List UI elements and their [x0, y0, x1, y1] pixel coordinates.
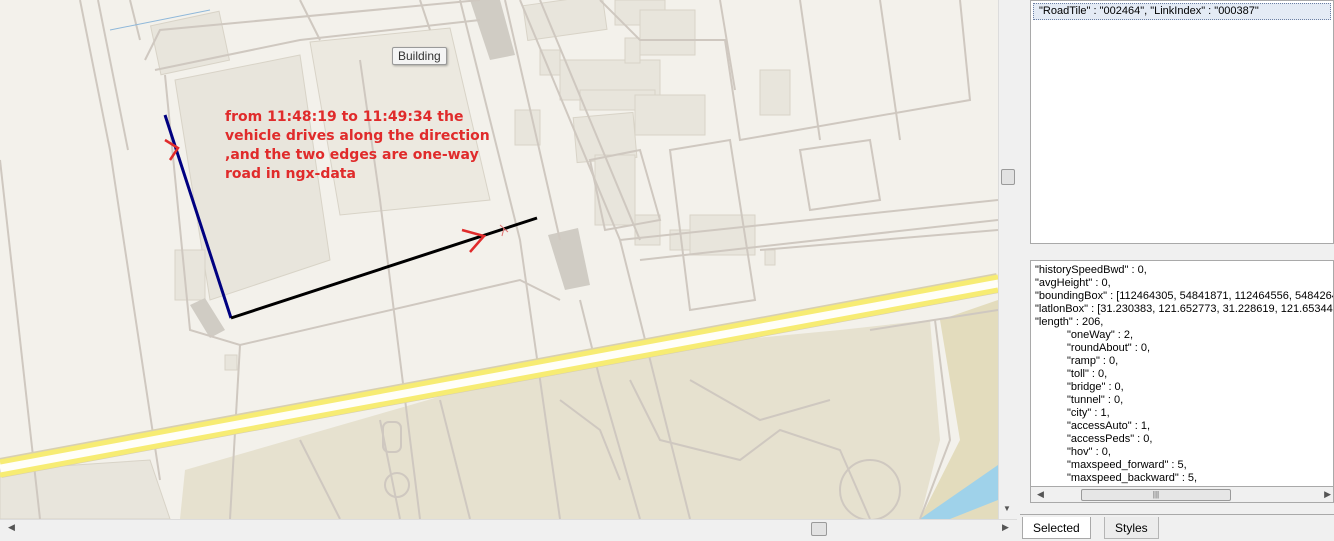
scroll-right-icon[interactable]: ▶ — [1324, 489, 1331, 500]
property-line: "avgHeight" : 0, — [1035, 277, 1111, 289]
properties-panel[interactable]: "historySpeedBwd" : 0, "avgHeight" : 0, … — [1030, 260, 1334, 503]
property-line: "hov" : 0, — [1067, 446, 1111, 458]
property-line: "accessPeds" : 0, — [1067, 433, 1153, 445]
property-line: "latlonBox" : [31.230383, 121.652773, 31… — [1035, 303, 1333, 315]
property-line: "maxspeed_backward" : 5, — [1067, 472, 1198, 484]
property-line: "roundAbout" : 0, — [1067, 342, 1151, 354]
tab-styles[interactable]: Styles — [1104, 517, 1159, 539]
property-line: "city" : 1, — [1067, 407, 1110, 419]
properties-horizontal-scrollbar[interactable]: ◀ ||| ▶ — [1030, 486, 1334, 503]
selected-link-row[interactable]: "RoadTile" : "002464", "LinkIndex" : "00… — [1033, 3, 1331, 20]
scroll-right-icon[interactable]: ▶ — [1002, 522, 1009, 533]
map-horizontal-scrollbar[interactable]: ◀ ▶ — [0, 519, 1017, 537]
map-horizontal-scroll-thumb[interactable] — [811, 522, 827, 536]
property-line: "bridge" : 0, — [1067, 381, 1124, 393]
annotation-line: from 11:48:19 to 11:49:34 the — [225, 109, 464, 125]
map-vertical-scrollbar[interactable]: ▼ — [998, 0, 1017, 519]
app-window: from 11:48:19 to 11:49:34 the vehicle dr… — [0, 0, 1334, 541]
property-line: "toll" : 0, — [1067, 368, 1108, 380]
properties-text: "historySpeedBwd" : 0, "avgHeight" : 0, … — [1035, 264, 1334, 485]
map-vertical-scroll-thumb[interactable] — [1001, 169, 1015, 185]
property-line: "maxspeed_forward" : 5, — [1067, 459, 1187, 471]
map-canvas[interactable] — [0, 0, 998, 519]
selection-list-panel: "RoadTile" : "002464", "LinkIndex" : "00… — [1030, 0, 1334, 244]
property-line: "ramp" : 0, — [1067, 355, 1119, 367]
panel-tabs: Selected Styles — [1020, 514, 1334, 541]
property-line: "length" : 206, — [1035, 316, 1104, 328]
scroll-down-icon[interactable]: ▼ — [1003, 504, 1011, 513]
annotation-line: vehicle drives along the direction — [225, 128, 490, 144]
property-line: "oneWay" : 2, — [1067, 329, 1134, 341]
building-tooltip: Building — [392, 47, 447, 65]
annotation-line: road in ngx-data — [225, 166, 356, 182]
scroll-left-icon[interactable]: ◀ — [1037, 489, 1044, 500]
tab-selected[interactable]: Selected — [1022, 517, 1091, 539]
property-line: "tunnel" : 0, — [1067, 394, 1124, 406]
annotation-line: ,and the two edges are one-way — [225, 147, 479, 163]
annotation-text: from 11:48:19 to 11:49:34 the vehicle dr… — [225, 108, 495, 184]
property-line: "historySpeedBwd" : 0, — [1035, 264, 1147, 276]
map-view[interactable]: from 11:48:19 to 11:49:34 the vehicle dr… — [0, 0, 998, 519]
properties-scroll-thumb[interactable]: ||| — [1081, 489, 1231, 501]
property-line: "accessAuto" : 1, — [1067, 420, 1151, 432]
scroll-left-icon[interactable]: ◀ — [8, 522, 15, 533]
property-line: "boundingBox" : [112464305, 54841871, 11… — [1035, 290, 1334, 302]
